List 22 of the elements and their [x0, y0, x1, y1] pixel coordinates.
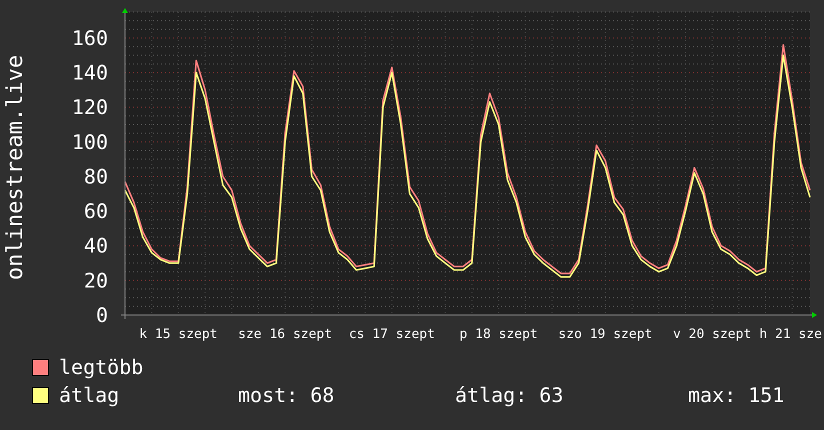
y-tick-label: 120 [72, 95, 108, 120]
y-tick-label: 20 [84, 268, 108, 292]
y-tick-label: 160 [72, 26, 108, 50]
x-tick-label: szo 19 szept [558, 327, 652, 342]
y-tick-label: 40 [84, 234, 108, 258]
x-tick-label: v 20 szept [673, 327, 752, 342]
legend-label: legtöbb [59, 354, 144, 381]
legend-stat: átlag: 63 [455, 382, 564, 409]
y-tick-label: 60 [84, 199, 108, 224]
x-tick-label: cs 17 szept [348, 327, 435, 342]
x-tick-label: h 21 sze [759, 327, 822, 342]
x-tick-label: sze 16 szept [238, 327, 332, 342]
legend-label: átlag [59, 382, 120, 409]
x-tick-label: k 15 szept [139, 327, 218, 342]
y-axis-title: onlinestream.live [3, 54, 28, 280]
legend-stat: max: 151 [688, 382, 784, 409]
legend-stat: most: 68 [238, 382, 336, 409]
x-tick-label: p 18 szept [460, 327, 538, 342]
y-tick-label: 140 [72, 60, 108, 85]
y-tick-label: 100 [72, 130, 108, 154]
y-tick-label: 0 [96, 303, 108, 327]
y-tick-label: 80 [84, 164, 108, 188]
